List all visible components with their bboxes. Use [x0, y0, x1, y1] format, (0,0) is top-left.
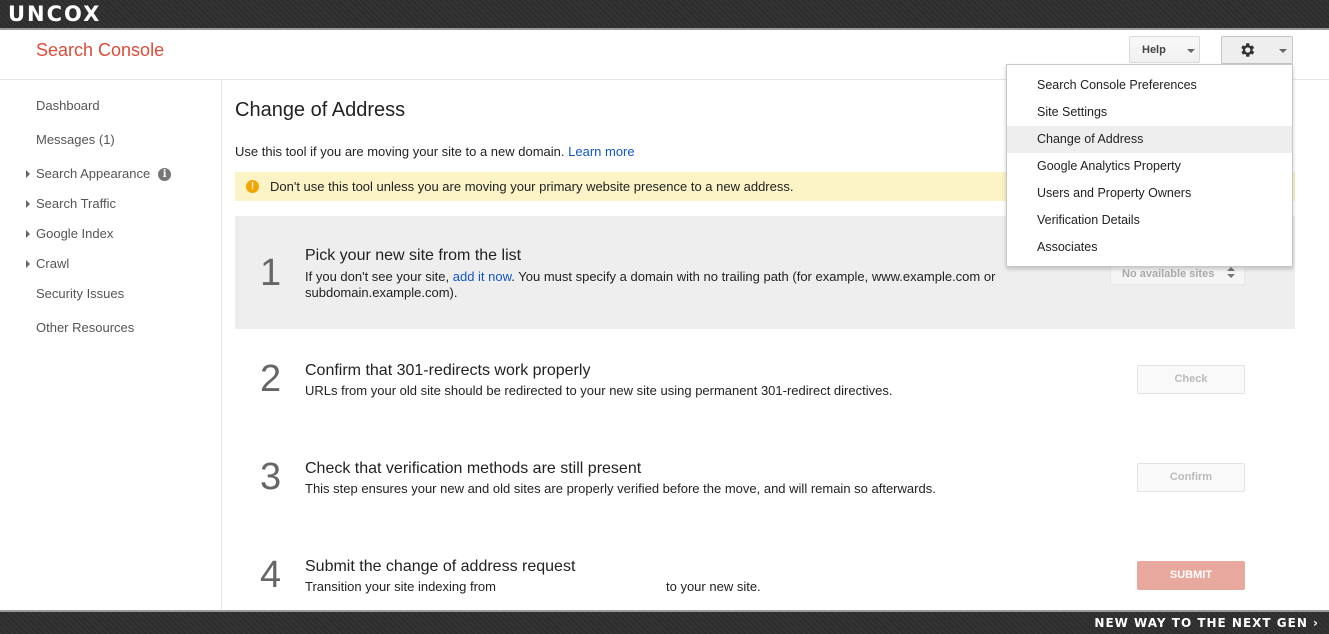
menu-item-label: Search Console Preferences [1037, 78, 1197, 92]
menu-item-label: Site Settings [1037, 105, 1108, 119]
step-title: Pick your new site from the list [305, 247, 522, 264]
brand-tagline[interactable]: NEW WAY TO THE NEXT GEN › [1094, 616, 1319, 630]
info-icon[interactable]: i [158, 168, 172, 181]
menu-item-site-settings[interactable]: Site Settings [1007, 99, 1292, 126]
gear-icon [1241, 43, 1255, 57]
check-button[interactable]: Check [1137, 365, 1245, 394]
step-description: URLs from your old site should be redire… [305, 383, 893, 398]
menu-item-label: Users and Property Owners [1037, 186, 1192, 200]
menu-item-label: Change of Address [1037, 132, 1144, 146]
step-description: This step ensures your new and old sites… [305, 481, 936, 496]
sidebar-item-label: Dashboard [36, 98, 100, 113]
menu-item-verification-details[interactable]: Verification Details [1007, 207, 1292, 234]
submit-button[interactable]: SUBMIT [1137, 561, 1245, 590]
app-title[interactable]: Search Console [36, 40, 164, 61]
caret-right-icon [26, 200, 30, 208]
sidebar-item-google-index[interactable]: Google Index [26, 226, 114, 241]
menu-item-label: Google Analytics Property [1037, 159, 1181, 173]
help-button-label: Help [1142, 44, 1166, 56]
new-site-select-value: No available sites [1122, 268, 1215, 280]
footer-bar: NEW WAY TO THE NEXT GEN › [0, 610, 1329, 634]
menu-item-associates[interactable]: Associates [1007, 234, 1292, 261]
learn-more-link[interactable]: Learn more [568, 144, 634, 159]
sidebar-item-other-resources[interactable]: Other Resources [36, 320, 134, 335]
step-title: Confirm that 301-redirects work properly [305, 362, 591, 379]
warning-text: Don't use this tool unless you are movin… [270, 179, 794, 194]
settings-button[interactable] [1221, 36, 1293, 64]
sidebar-item-crawl[interactable]: Crawl [26, 256, 70, 271]
step-description: If you don't see your site, add it now. … [305, 269, 1015, 301]
menu-item-label: Associates [1037, 240, 1098, 254]
sidebar-item-search-traffic[interactable]: Search Traffic [26, 196, 116, 211]
caret-right-icon [26, 230, 30, 238]
intro-text-body: Use this tool if you are moving your sit… [235, 144, 565, 159]
menu-item-search-console-preferences[interactable]: Search Console Preferences [1007, 72, 1292, 99]
sidebar-item-label: Search Traffic [36, 196, 116, 211]
settings-dropdown-menu: Search Console Preferences Site Settings… [1006, 64, 1293, 267]
intro-text: Use this tool if you are moving your sit… [235, 144, 635, 159]
step-title: Check that verification methods are stil… [305, 460, 642, 477]
add-it-now-link[interactable]: add it now [453, 269, 512, 284]
menu-item-users-and-property-owners[interactable]: Users and Property Owners [1007, 180, 1292, 207]
chevron-down-icon [1279, 49, 1287, 53]
step-number: 1 [260, 252, 282, 294]
menu-item-change-of-address[interactable]: Change of Address [1007, 126, 1292, 153]
step-description: Transition your site indexing from to you… [305, 579, 1015, 595]
help-button[interactable]: Help [1129, 36, 1200, 63]
select-arrows-icon [1227, 267, 1235, 279]
step-2: 2 Confirm that 301-redirects work proper… [235, 330, 1295, 428]
menu-item-google-analytics-property[interactable]: Google Analytics Property [1007, 153, 1292, 180]
menu-item-label: Verification Details [1037, 213, 1140, 227]
step-number: 2 [260, 358, 282, 400]
confirm-button[interactable]: Confirm [1137, 463, 1245, 492]
step-3: 3 Check that verification methods are st… [235, 428, 1295, 526]
brand-bar: UNCOX [0, 0, 1329, 30]
sidebar-item-security-issues[interactable]: Security Issues [36, 286, 124, 301]
caret-right-icon [26, 260, 30, 268]
step-description-text: Transition your site indexing from [305, 579, 496, 594]
sidebar-item-label: Google Index [36, 226, 114, 241]
step-description-text: to your new site. [666, 579, 761, 594]
step-number: 4 [260, 554, 282, 596]
sidebar-item-label: Security Issues [36, 286, 125, 301]
sidebar-item-label: Other Resources [36, 320, 135, 335]
brand-logo: UNCOX [8, 2, 102, 26]
sidebar-item-dashboard[interactable]: Dashboard [36, 98, 100, 113]
step-description-text: If you don't see your site, [305, 269, 453, 284]
sidebar-item-label: Search Appearance [36, 166, 151, 181]
sidebar-item-label: Messages (1) [36, 132, 115, 147]
sidebar-item-label: Crawl [36, 256, 70, 271]
page-title: Change of Address [235, 99, 406, 121]
caret-right-icon [26, 170, 30, 178]
chevron-down-icon [1187, 49, 1195, 53]
warning-icon: ! [246, 180, 259, 193]
sidebar: Dashboard Messages (1) Search Appearance… [0, 80, 222, 610]
sidebar-item-messages[interactable]: Messages (1) [36, 132, 115, 147]
step-title: Submit the change of address request [305, 558, 576, 575]
step-number: 3 [260, 456, 282, 498]
sidebar-item-search-appearance[interactable]: Search Appearance i [26, 166, 172, 181]
step-4: 4 Submit the change of address request T… [235, 526, 1295, 610]
